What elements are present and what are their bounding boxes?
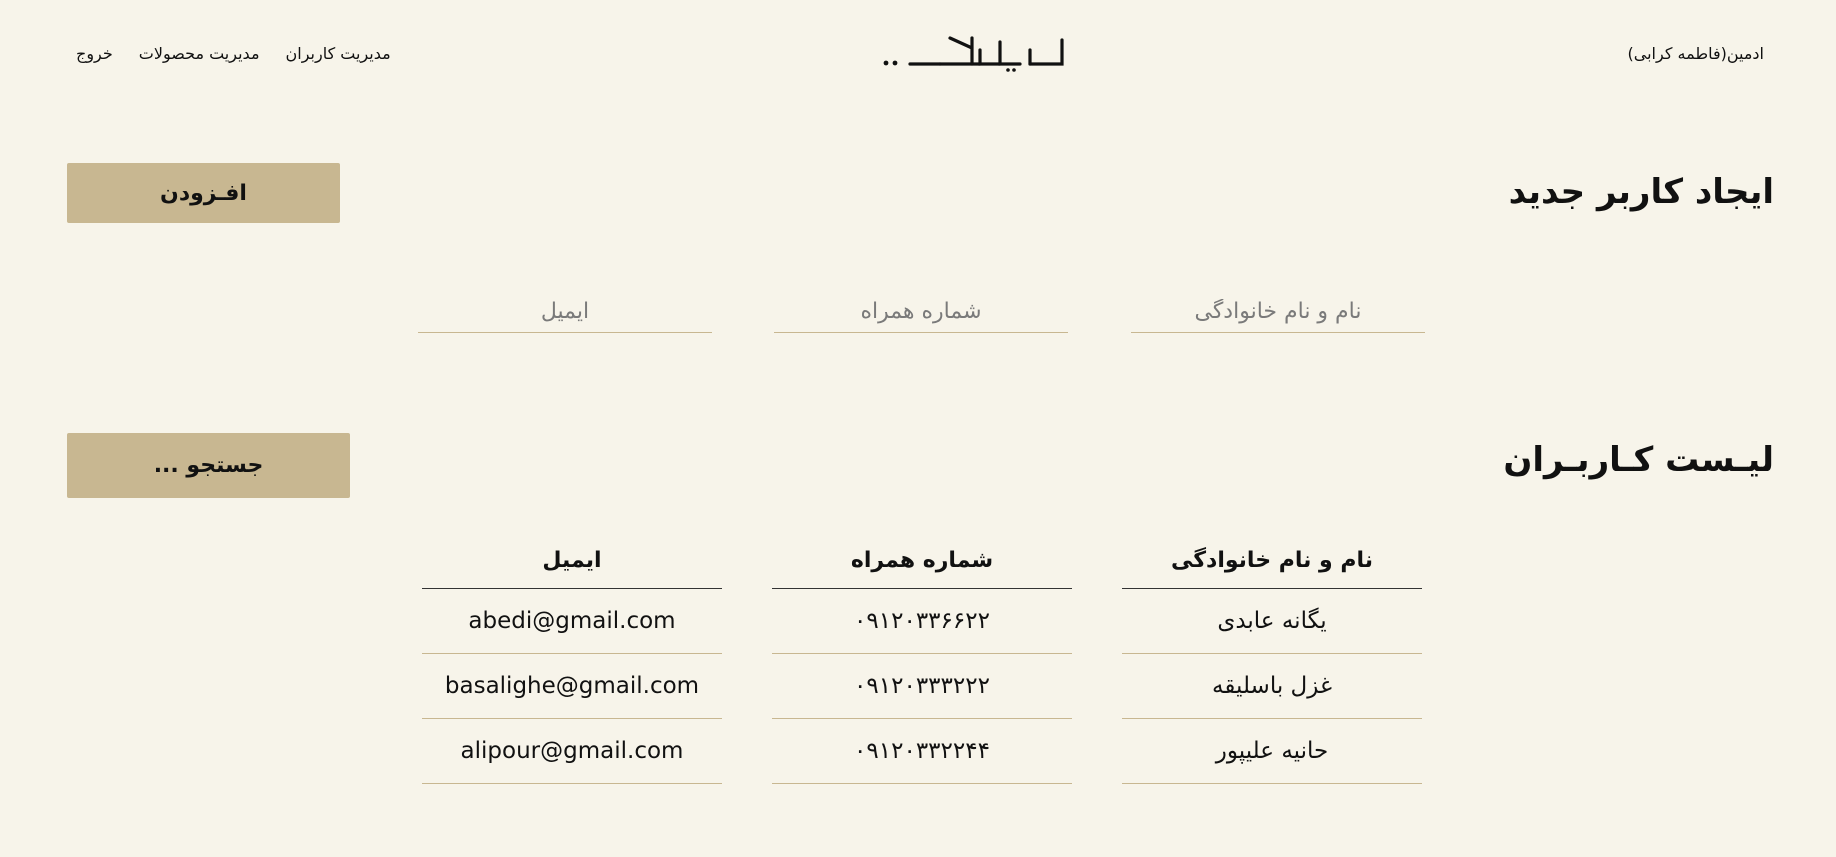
table-cell-fullname: غزل باسلیقه [1122, 654, 1422, 719]
table-cell-phone: ۰۹۱۲۰۳۳۲۲۴۴ [772, 719, 1072, 784]
nav-users[interactable]: مدیریت کاربران [286, 44, 391, 63]
column-header-fullname: نام و نام خانوادگی [1122, 533, 1422, 589]
add-user-button[interactable]: افـزودن [67, 163, 340, 223]
table-cell-email: alipour@gmail.com [422, 719, 722, 784]
column-header-phone: شماره همراه [772, 533, 1072, 589]
table-cell-fullname: حانیه علیپور [1122, 719, 1422, 784]
admin-user-label: ادمین(فاطمه کرابی) [1627, 44, 1764, 63]
nav-logout[interactable]: خروج [76, 44, 113, 63]
table-column-phone: شماره همراه ۰۹۱۲۰۳۳۶۶۲۲ ۰۹۱۲۰۳۳۳۲۲۲ ۰۹۱۲… [772, 533, 1072, 784]
table-column-fullname: نام و نام خانوادگی یگانه عابدی غزل باسلی… [1122, 533, 1422, 784]
table-column-email: ایمیل abedi@gmail.com basalighe@gmail.co… [422, 533, 722, 784]
table-cell-phone: ۰۹۱۲۰۳۳۶۶۲۲ [772, 589, 1072, 654]
brand-logo [883, 36, 1064, 72]
table-cell-phone: ۰۹۱۲۰۳۳۳۲۲۲ [772, 654, 1072, 719]
user-list-title: لیـست کـاربـران [1503, 440, 1774, 480]
main-nav: خروج مدیریت محصولات مدیریت کاربران [76, 44, 391, 63]
nav-products[interactable]: مدیریت محصولات [139, 44, 260, 63]
email-input[interactable] [418, 290, 712, 333]
search-button[interactable]: جستجو ... [67, 433, 350, 498]
fullname-input[interactable] [1131, 290, 1425, 333]
create-user-title: ایجاد کاربر جدید [1508, 172, 1774, 212]
table-cell-email: basalighe@gmail.com [422, 654, 722, 719]
phone-input[interactable] [774, 290, 1068, 333]
table-cell-email: abedi@gmail.com [422, 589, 722, 654]
table-cell-fullname: یگانه عابدی [1122, 589, 1422, 654]
column-header-email: ایمیل [422, 533, 722, 589]
